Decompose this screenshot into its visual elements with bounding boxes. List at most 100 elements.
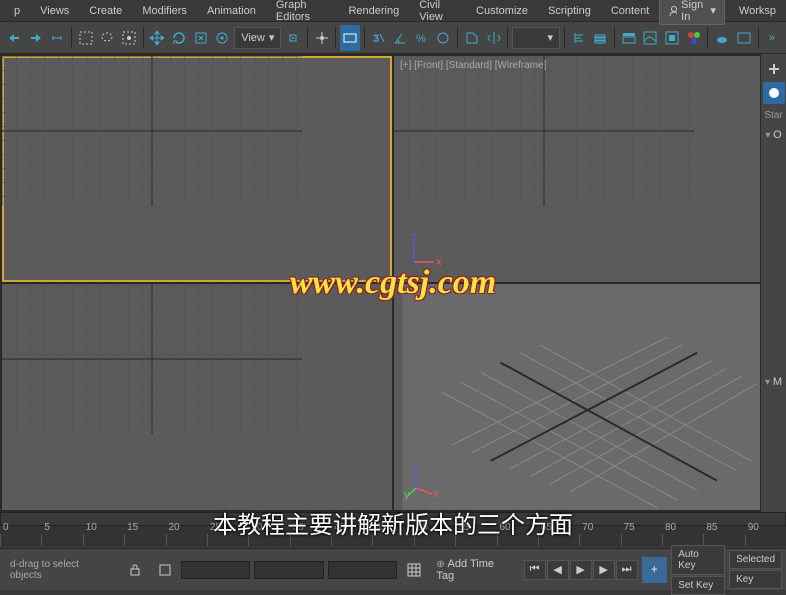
percent-snap-button[interactable]: % [412,25,432,51]
menu-bar: p Views Create Modifiers Animation Graph… [0,0,786,22]
lock-button[interactable] [122,557,148,583]
named-sets-dropdown[interactable]: ▾ [512,27,560,49]
grid-icon [2,56,302,206]
y-coord-input[interactable] [254,561,323,579]
perspective-grid-icon [394,284,784,510]
scale-button[interactable] [191,25,211,51]
prev-frame-button[interactable]: ◀ [547,560,569,580]
select-lasso-button[interactable] [97,25,117,51]
viewport-container: [+] [Front] [Standard] [Wireframe] x z [0,54,786,512]
viewport-label[interactable]: [+] [Front] [Standard] [Wireframe] [400,60,546,71]
isolate-button[interactable] [152,557,178,583]
select-paint-button[interactable] [119,25,139,51]
menu-item[interactable]: p [4,2,30,20]
chevron-down-icon: ▾ [269,31,275,44]
curve-editor-button[interactable] [640,25,660,51]
menu-content[interactable]: Content [601,2,660,20]
teapot-icon [714,30,730,46]
snap-icon: 3 [370,30,386,46]
align-button[interactable] [569,25,589,51]
keyfilters-button[interactable]: Key [729,570,782,589]
skip-end-icon: ⏭ [622,563,632,576]
tick-label: 15 [127,522,138,533]
svg-text:y: y [404,489,410,500]
menu-create[interactable]: Create [79,2,132,20]
viewport-front[interactable]: [+] [Front] [Standard] [Wireframe] x z [394,56,784,282]
manipulate-icon [314,30,330,46]
menu-civil-view[interactable]: Civil View [409,0,466,26]
tick-label: 90 [748,522,759,533]
lock-icon [128,563,142,577]
menu-graph-editors[interactable]: Graph Editors [266,0,339,26]
menu-scripting[interactable]: Scripting [538,2,601,20]
section-toggle[interactable]: ▾ O [763,127,783,143]
manipulate-button[interactable] [312,25,332,51]
menu-views[interactable]: Views [30,2,79,20]
setkey-button[interactable]: Set Key [671,576,725,595]
mirror-icon [486,30,502,46]
tick-label: 85 [706,522,717,533]
link-button[interactable] [47,25,67,51]
autokey-button[interactable]: Auto Key [671,545,725,575]
layers-button[interactable] [590,25,610,51]
workspace-selector[interactable]: Worksp [733,2,782,20]
more-tools-button[interactable]: » [762,25,782,51]
sphere-icon [766,85,782,101]
selected-button[interactable]: Selected [729,550,782,569]
viewport-left[interactable] [2,284,392,510]
keyboard-icon [342,30,358,46]
viewport-perspective[interactable]: x y z [394,284,784,510]
named-selection-button[interactable] [462,25,482,51]
placement-button[interactable] [213,25,233,51]
tick-label: 70 [582,522,593,533]
spinner-snap-button[interactable] [434,25,454,51]
tick-label: 5 [44,522,50,533]
snap-button[interactable]: 3 [369,25,389,51]
add-keyframe-button[interactable]: + [642,557,668,583]
rotate-button[interactable] [169,25,189,51]
render-frame-button[interactable] [734,25,754,51]
angle-snap-button[interactable] [390,25,410,51]
status-bar: d-drag to select objects ⊕ Add Time Tag … [0,548,786,590]
menu-rendering[interactable]: Rendering [338,2,409,20]
layers-icon [592,30,608,46]
chevron-down-icon: ▾ [710,4,716,17]
redo-button[interactable] [26,25,46,51]
x-coord-input[interactable] [181,561,250,579]
select-rect-button[interactable] [76,25,96,51]
menu-animation[interactable]: Animation [197,2,266,20]
create-panel-button[interactable] [763,58,785,80]
goto-start-button[interactable]: ⏮ [524,560,546,580]
pivot-button[interactable] [283,25,303,51]
grid-button[interactable] [401,557,427,583]
chevron-down-icon: ▾ [547,31,553,44]
menu-modifiers[interactable]: Modifiers [132,2,197,20]
reference-coord-dropdown[interactable]: View ▾ [234,27,281,49]
next-frame-button[interactable]: ▶ [593,560,615,580]
tick-label: 0 [3,522,9,533]
undo-button[interactable] [4,25,24,51]
keyboard-shortcut-button[interactable] [340,25,360,51]
mirror-button[interactable] [484,25,504,51]
z-coord-input[interactable] [328,561,397,579]
material-editor-button[interactable] [684,25,704,51]
schematic-button[interactable] [662,25,682,51]
geometry-button[interactable] [763,82,785,104]
menu-customize[interactable]: Customize [466,2,538,20]
command-panel: Star ▾ O ▾ M [760,54,786,512]
rotate-icon [171,30,187,46]
play-button[interactable]: ▶ [570,560,592,580]
viewport-top[interactable] [2,56,392,282]
grid-icon [2,284,302,434]
move-button[interactable] [148,25,168,51]
view-label: View [241,32,265,44]
status-hint: d-drag to select objects [4,559,118,581]
section-toggle[interactable]: ▾ M [763,374,784,390]
goto-end-button[interactable]: ⏭ [616,560,638,580]
render-setup-button[interactable] [712,25,732,51]
axis-gizmo-icon: x y z [404,460,444,500]
svg-text:%: % [416,33,426,45]
signin-button[interactable]: Sign In ▾ [659,0,725,25]
time-tag-button[interactable]: ⊕ Add Time Tag [430,558,519,582]
toggle-ribbon-button[interactable] [619,25,639,51]
